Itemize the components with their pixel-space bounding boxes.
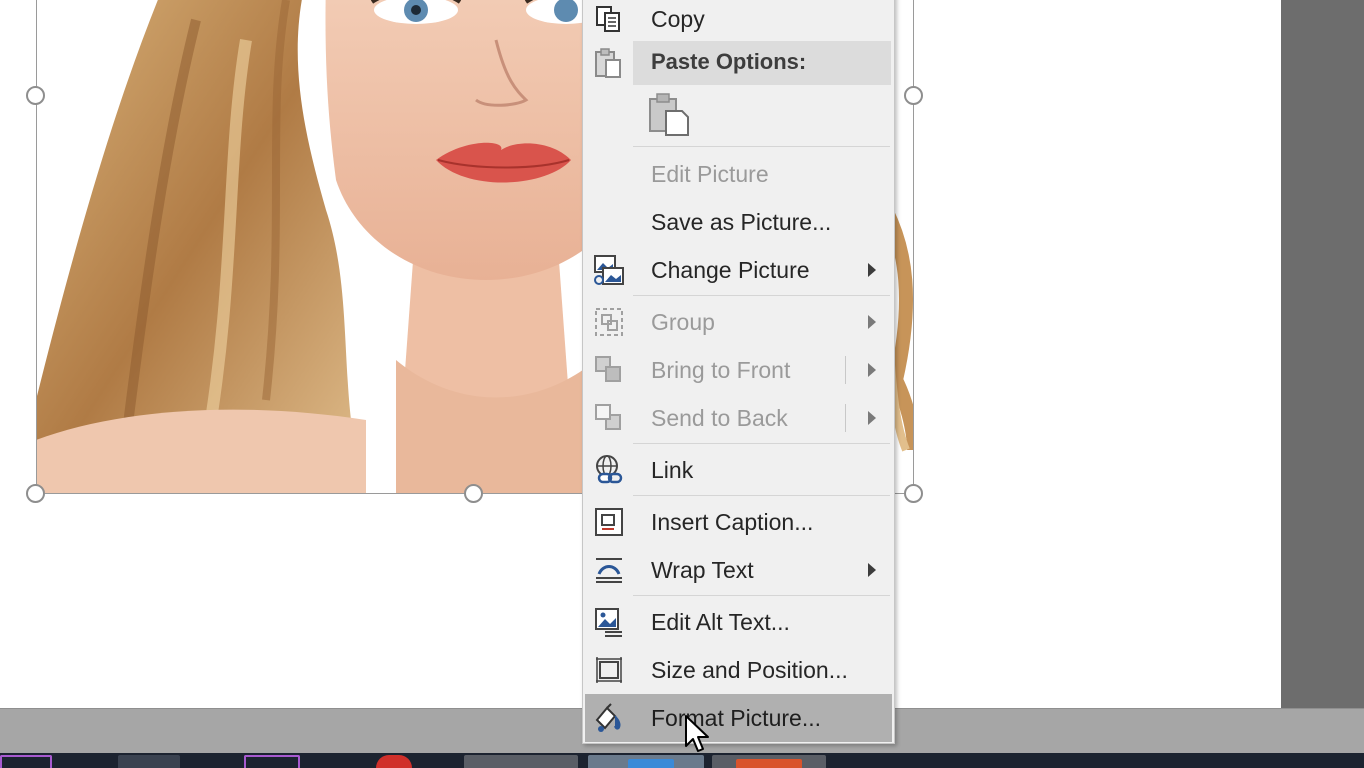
menu-item-label: Edit Picture	[651, 160, 769, 187]
menu-item-label: Size and Position...	[651, 656, 848, 683]
paste-keep-format-icon	[646, 91, 690, 142]
menu-item-label: Group	[651, 308, 715, 335]
taskbar-app-3[interactable]	[244, 755, 300, 768]
menu-item-label: Save as Picture...	[651, 208, 832, 235]
menu-item-send-to-back[interactable]: Send to Back	[585, 394, 892, 442]
wrap-text-icon	[593, 554, 625, 586]
bring-to-front-icon	[593, 354, 625, 386]
submenu-arrow-icon	[868, 411, 876, 425]
menu-item-format-picture[interactable]: Format Picture...	[585, 694, 892, 742]
menu-item-bring-to-front[interactable]: Bring to Front	[585, 346, 892, 394]
mouse-pointer-icon	[684, 714, 710, 754]
menu-item-label: Copy	[651, 5, 705, 32]
menu-item-insert-caption[interactable]: Insert Caption...	[585, 498, 892, 546]
submenu-arrow-icon	[868, 363, 876, 377]
menu-item-label: Wrap Text	[651, 556, 754, 583]
alt-text-icon	[593, 606, 625, 638]
menu-item-wrap-text[interactable]: Wrap Text	[585, 546, 892, 594]
taskbar-app-word-icon	[628, 759, 674, 768]
menu-separator	[633, 146, 890, 147]
send-to-back-icon	[593, 402, 625, 434]
menu-separator	[633, 595, 890, 596]
document-background	[1281, 0, 1364, 708]
menu-item-group[interactable]: Group	[585, 298, 892, 346]
menu-separator	[633, 495, 890, 496]
menu-item-label: Link	[651, 456, 694, 483]
resize-handle-right[interactable]	[904, 86, 923, 105]
context-menu: Copy Paste Options: Edit Picture Save as…	[582, 0, 895, 744]
insert-caption-icon	[593, 506, 625, 538]
menu-item-link[interactable]: Link	[585, 446, 892, 494]
format-picture-icon	[593, 702, 625, 734]
split-divider	[845, 356, 846, 384]
submenu-arrow-icon	[868, 315, 876, 329]
menu-item-label: Insert Caption...	[651, 508, 814, 535]
menu-item-label: Format Picture...	[651, 704, 821, 731]
copy-icon	[593, 3, 625, 35]
menu-item-label: Edit Alt Text...	[651, 608, 790, 635]
menu-item-edit-alt-text[interactable]: Edit Alt Text...	[585, 598, 892, 646]
resize-handle-left[interactable]	[26, 86, 45, 105]
submenu-arrow-icon	[868, 263, 876, 277]
menu-item-edit-picture[interactable]: Edit Picture	[585, 150, 892, 198]
paste-keep-format-button[interactable]	[645, 91, 691, 142]
taskbar-app-1[interactable]	[0, 755, 52, 768]
menu-separator	[633, 295, 890, 296]
menu-item-label: Send to Back	[651, 404, 788, 431]
group-icon	[593, 306, 625, 338]
resize-handle-bottom-left[interactable]	[26, 484, 45, 503]
taskbar-app-2[interactable]	[118, 755, 180, 768]
taskbar-app-5[interactable]	[464, 755, 578, 768]
menu-item-save-as-picture[interactable]: Save as Picture...	[585, 198, 892, 246]
menu-item-change-picture[interactable]: Change Picture	[585, 246, 892, 294]
link-icon	[593, 454, 625, 486]
menu-item-size-and-position[interactable]: Size and Position...	[585, 646, 892, 694]
taskbar-app-4[interactable]	[376, 755, 412, 768]
paste-options-label: Paste Options:	[651, 49, 807, 74]
taskbar-app-powerpoint-icon	[736, 759, 802, 768]
size-position-icon	[593, 654, 625, 686]
paste-icon	[593, 47, 625, 79]
change-picture-icon	[593, 254, 625, 286]
menu-separator	[633, 443, 890, 444]
taskbar	[0, 753, 1364, 768]
resize-handle-bottom-right[interactable]	[904, 484, 923, 503]
menu-item-copy[interactable]: Copy	[585, 0, 892, 43]
menu-item-label: Bring to Front	[651, 356, 791, 383]
paste-options-header: Paste Options:	[633, 41, 891, 85]
menu-item-label: Change Picture	[651, 256, 810, 283]
split-divider	[845, 404, 846, 432]
submenu-arrow-icon	[868, 563, 876, 577]
resize-handle-bottom[interactable]	[464, 484, 483, 503]
